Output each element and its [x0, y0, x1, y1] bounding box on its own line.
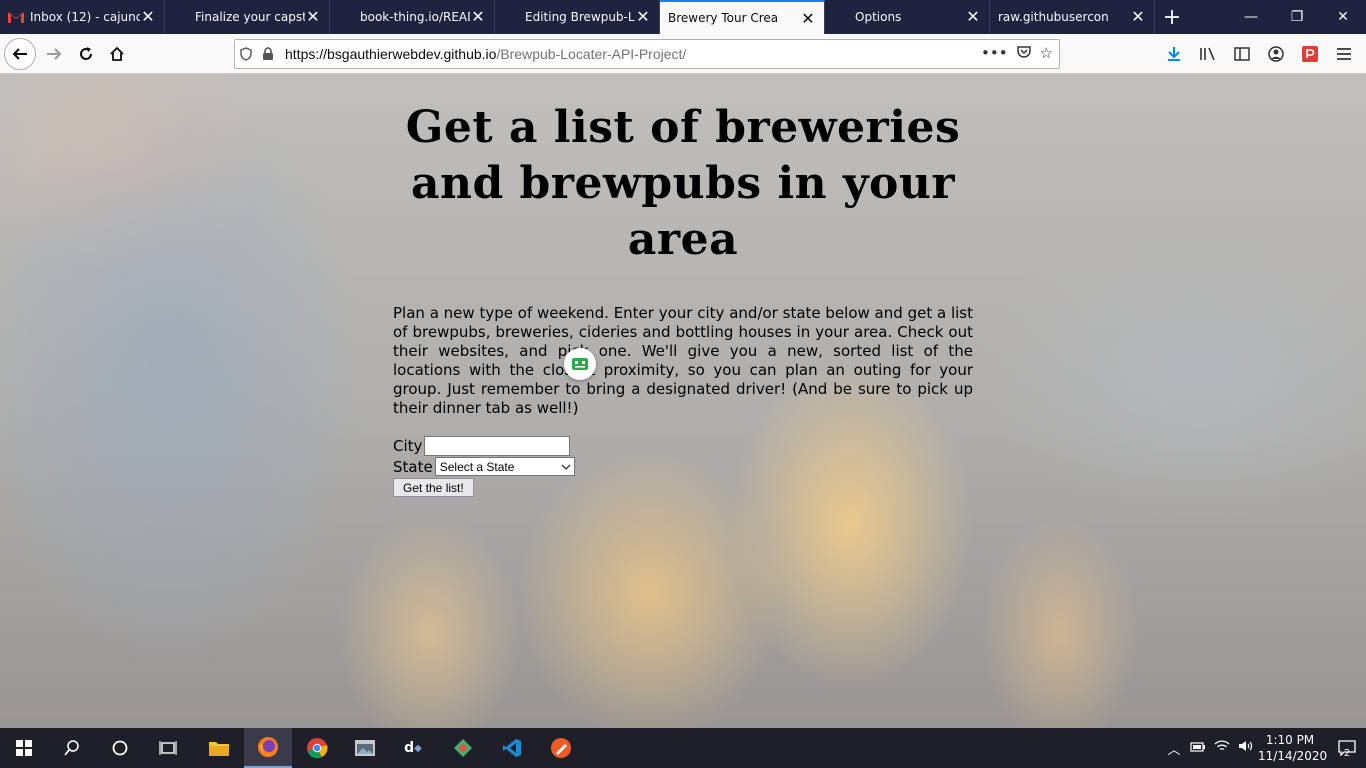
- wifi-icon[interactable]: [1210, 740, 1234, 756]
- page-icon: [173, 9, 189, 25]
- tab-title: Brewery Tour Creator: [668, 11, 778, 25]
- system-tray: ︿ 1:10 PM 11/14/2020 2: [1162, 728, 1366, 768]
- address-bar[interactable]: https://bsgauthierwebdev.github.io/Brewp…: [234, 39, 1060, 69]
- search-form: City State Select a State Get the list!: [393, 435, 973, 497]
- clock-date: 11/14/2020: [1258, 749, 1328, 763]
- tab-gmail[interactable]: Inbox (12) - cajundr ✕: [0, 0, 165, 34]
- chevron-up-icon[interactable]: ︿: [1162, 739, 1186, 758]
- tab-editing-brewpub[interactable]: Editing Brewpub-Lo ✕: [495, 0, 660, 34]
- library-icon[interactable]: [1192, 38, 1224, 70]
- window-close-icon[interactable]: ✕: [1320, 0, 1366, 34]
- page-icon: [833, 9, 849, 25]
- home-button[interactable]: [101, 38, 133, 70]
- url-path: /Brewpub-Locater-API-Project/: [496, 46, 687, 62]
- close-icon[interactable]: ✕: [140, 9, 156, 25]
- city-label: City: [393, 436, 423, 455]
- pocket-icon[interactable]: [1016, 44, 1032, 64]
- tab-title: book-thing.io/READ: [360, 10, 470, 24]
- back-button[interactable]: [4, 38, 36, 70]
- search-icon[interactable]: [48, 728, 96, 768]
- dlive-app-icon[interactable]: d ◆: [389, 728, 437, 768]
- reload-button[interactable]: [70, 38, 102, 70]
- main-content: Get a list of breweries and brewpubs in …: [393, 100, 973, 497]
- get-list-button[interactable]: Get the list!: [393, 478, 474, 497]
- new-tab-button[interactable]: +: [1155, 0, 1189, 34]
- tab-options[interactable]: Options ✕: [825, 0, 990, 34]
- city-input[interactable]: [424, 435, 571, 456]
- battery-icon[interactable]: [1186, 741, 1210, 756]
- close-icon[interactable]: ✕: [470, 9, 486, 25]
- downloads-icon[interactable]: [1158, 38, 1190, 70]
- page-content: Get a list of breweries and brewpubs in …: [0, 74, 1366, 728]
- chevron-down-icon: [561, 464, 571, 470]
- vscode-icon[interactable]: [488, 728, 536, 768]
- windows-taskbar: d ◆ ︿ 1:10 PM 11/14/2020 2: [0, 728, 1366, 768]
- state-label: State: [393, 457, 433, 476]
- volume-icon[interactable]: [1234, 740, 1258, 756]
- city-row: City: [393, 435, 973, 456]
- cortana-icon[interactable]: [96, 728, 144, 768]
- extension-p-icon[interactable]: [1294, 38, 1326, 70]
- intro-paragraph: Plan a new type of weekend. Enter your c…: [393, 304, 973, 417]
- windows-start-icon[interactable]: [0, 728, 48, 768]
- navigation-bar: https://bsgauthierwebdev.github.io/Brewp…: [0, 34, 1366, 74]
- tab-title: Editing Brewpub-Lo: [525, 10, 635, 24]
- account-icon[interactable]: [1260, 38, 1292, 70]
- restore-icon[interactable]: ❐: [1274, 0, 1320, 34]
- page-icon: [338, 9, 354, 25]
- postman-icon[interactable]: [537, 728, 585, 768]
- sidebar-icon[interactable]: [1226, 38, 1258, 70]
- close-icon[interactable]: ✕: [305, 9, 321, 25]
- tab-book-thing[interactable]: book-thing.io/READ ✕: [330, 0, 495, 34]
- forward-button[interactable]: [38, 38, 70, 70]
- lock-icon[interactable]: [257, 47, 279, 61]
- page-actions-icon[interactable]: •••: [981, 44, 1008, 64]
- tab-title: Options: [855, 10, 902, 24]
- firefox-icon[interactable]: [244, 728, 292, 768]
- chrome-icon[interactable]: [293, 728, 341, 768]
- close-icon[interactable]: ✕: [635, 9, 651, 25]
- page-icon: [503, 9, 519, 25]
- task-view-icon[interactable]: [144, 728, 192, 768]
- photos-app-icon[interactable]: [341, 728, 389, 768]
- state-row: State Select a State: [393, 456, 973, 477]
- toolbar-right: [1158, 38, 1360, 70]
- tab-raw-githubusercontent[interactable]: raw.githubusercontent.c ✕: [990, 0, 1155, 34]
- window-controls: — ❐ ✕: [1228, 0, 1366, 34]
- minimize-icon[interactable]: —: [1228, 0, 1274, 34]
- gmail-icon: [8, 9, 24, 25]
- url-host: https://bsgauthierwebdev.github.io: [285, 46, 497, 62]
- page-title: Get a list of breweries and brewpubs in …: [405, 102, 961, 265]
- close-icon[interactable]: ✕: [1130, 9, 1146, 25]
- close-icon[interactable]: ✕: [800, 11, 816, 27]
- tab-finalize[interactable]: Finalize your capsto ✕: [165, 0, 330, 34]
- clock-time: 1:10 PM: [1265, 733, 1315, 747]
- menu-icon[interactable]: [1328, 38, 1360, 70]
- bookmark-star-icon[interactable]: ☆: [1040, 44, 1053, 64]
- notification-center-icon[interactable]: 2: [1322, 728, 1366, 768]
- tracking-protection-icon[interactable]: [235, 47, 257, 61]
- file-explorer-icon[interactable]: [195, 728, 243, 768]
- git-kraken-icon[interactable]: [439, 728, 487, 768]
- extension-robot-icon[interactable]: [564, 348, 596, 380]
- tab-title: raw.githubusercontent.c: [998, 10, 1108, 24]
- tab-strip: Inbox (12) - cajundr ✕ Finalize your cap…: [0, 0, 1366, 34]
- tab-title: Inbox (12) - cajundr: [30, 10, 140, 24]
- tab-title: Finalize your capsto: [195, 10, 305, 24]
- state-selected-value: Select a State: [439, 459, 515, 474]
- tab-brewery-tour-creator[interactable]: Brewery Tour Creator ✕: [660, 0, 825, 34]
- state-select[interactable]: Select a State: [434, 457, 575, 476]
- notification-count: 2: [1343, 747, 1351, 759]
- clock[interactable]: 1:10 PM 11/14/2020: [1258, 732, 1328, 764]
- close-icon[interactable]: ✕: [965, 9, 981, 25]
